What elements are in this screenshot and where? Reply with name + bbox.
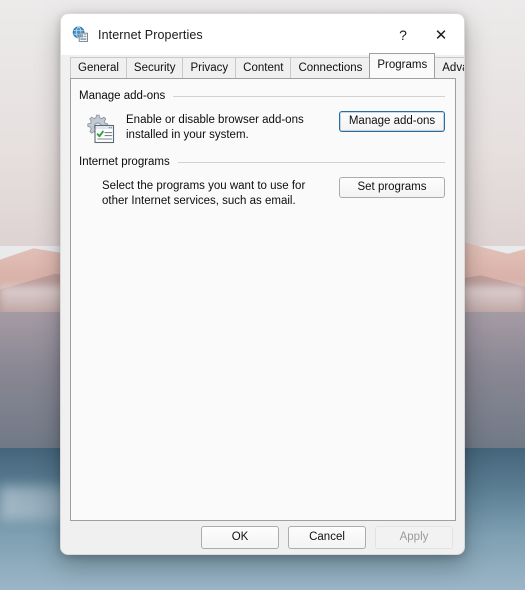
set-programs-button[interactable]: Set programs [339,177,445,198]
ok-button[interactable]: OK [201,525,279,549]
manage-addons-header: Manage add-ons [71,90,455,102]
help-button[interactable]: ? [384,14,422,55]
tab-content[interactable]: Content [235,57,292,79]
manage-addons-title: Manage add-ons [79,90,166,102]
manage-addons-button[interactable]: Manage add-ons [339,111,445,132]
internet-programs-title: Internet programs [79,156,170,168]
dialog-footer: OK Cancel Apply [61,520,464,554]
addons-gear-icon [84,113,116,145]
group-divider [177,161,445,163]
tab-strip: General Security Privacy Content Connect… [61,53,464,79]
tab-general[interactable]: General [70,57,127,79]
tab-advanced[interactable]: Advanced [434,57,464,79]
internet-programs-group: Internet programs Select the programs yo… [71,156,455,208]
manage-addons-description: Enable or disable browser add-ons instal… [126,111,339,142]
internet-programs-row: Select the programs you want to use for … [71,177,455,208]
title-bar[interactable]: Internet Properties ? ✕ [61,14,464,55]
window-title: Internet Properties [98,27,203,42]
tab-connections[interactable]: Connections [290,57,371,79]
apply-button: Apply [375,525,453,549]
tab-privacy[interactable]: Privacy [182,57,237,79]
internet-programs-header: Internet programs [71,156,455,168]
close-button[interactable]: ✕ [422,14,460,55]
programs-tab-panel: Manage add-ons Enable or disable browser… [70,78,456,521]
tab-security[interactable]: Security [125,57,184,79]
manage-addons-row: Enable or disable browser add-ons instal… [71,111,455,145]
tab-programs[interactable]: Programs [369,53,436,78]
manage-addons-group: Manage add-ons Enable or disable browser… [71,90,455,145]
internet-programs-description: Select the programs you want to use for … [102,177,339,208]
group-divider [173,95,445,97]
manage-addons-description-line2: installed in your system. [126,128,249,141]
internet-programs-description-line2: other Internet services, such as email. [102,194,296,207]
internet-properties-icon [72,26,89,43]
internet-programs-description-line1: Select the programs you want to use for [102,180,306,192]
manage-addons-description-line1: Enable or disable browser add-ons [126,114,304,126]
cancel-button[interactable]: Cancel [288,525,366,549]
internet-properties-dialog: Internet Properties ? ✕ General Security… [60,13,465,555]
